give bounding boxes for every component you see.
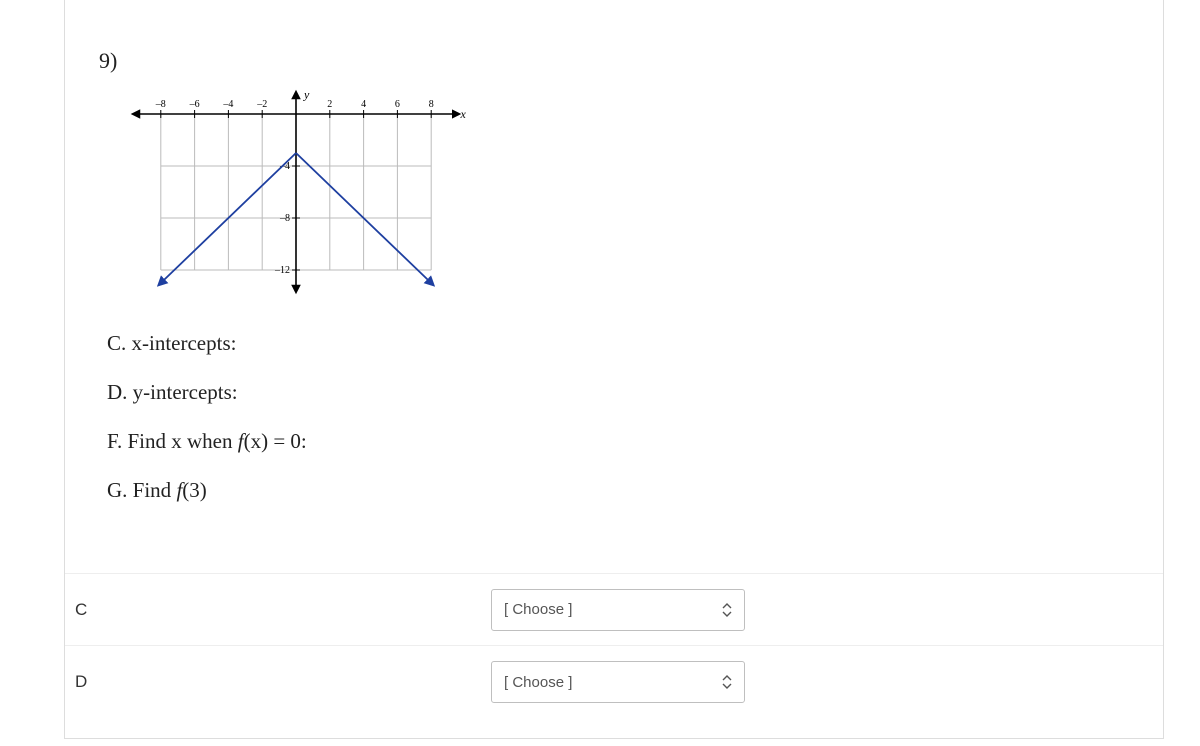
- prompt-f-suffix: = 0:: [268, 429, 307, 453]
- prompt-f: F. Find x when f(x) = 0:: [107, 429, 1129, 454]
- chevron-updown-icon: [722, 675, 732, 689]
- answer-rows: C [ Choose ] D [ Choose ]: [65, 573, 1163, 718]
- dropdown-d[interactable]: [ Choose ]: [491, 661, 745, 703]
- dropdown-c[interactable]: [ Choose ]: [491, 589, 745, 631]
- dropdown-value: [ Choose ]: [504, 674, 572, 691]
- answer-row: D [ Choose ]: [65, 646, 1163, 718]
- prompt-f-arg: (x): [244, 429, 269, 453]
- prompt-c: C. x-intercepts:: [107, 331, 1129, 356]
- prompt-g-prefix: G. Find: [107, 478, 176, 502]
- svg-text:2: 2: [327, 99, 332, 110]
- svg-text:x: x: [460, 107, 467, 121]
- coordinate-plane: –8 –6 –4 –2 2 4 6 8 –4 –8 –12 y x: [121, 82, 471, 302]
- dropdown-value: [ Choose ]: [504, 601, 572, 618]
- question-number: 9): [99, 48, 1129, 74]
- svg-text:y: y: [303, 88, 310, 102]
- answer-label: D: [71, 672, 491, 692]
- svg-text:8: 8: [429, 99, 434, 110]
- prompt-g: G. Find f(3): [107, 478, 1129, 503]
- answer-label: C: [71, 600, 491, 620]
- svg-text:–12: –12: [274, 265, 290, 276]
- svg-text:–4: –4: [279, 161, 290, 172]
- answer-row: C [ Choose ]: [65, 574, 1163, 646]
- prompt-f-prefix: F. Find x when: [107, 429, 238, 453]
- svg-text:–8: –8: [279, 213, 290, 224]
- chevron-updown-icon: [722, 603, 732, 617]
- prompt-list: C. x-intercepts: D. y-intercepts: F. Fin…: [107, 331, 1129, 503]
- svg-text:4: 4: [361, 99, 366, 110]
- svg-text:6: 6: [395, 99, 400, 110]
- prompt-g-arg: (3): [182, 478, 207, 502]
- question-content: 9) –8 –6 –4 –2 2 4 6 8 –4 –8 –12 y x C. x-intercepts…: [65, 0, 1163, 573]
- question-panel: 9) –8 –6 –4 –2 2 4 6 8 –4 –8 –12 y x C. x-intercepts…: [64, 0, 1164, 739]
- svg-text:–2: –2: [256, 99, 267, 110]
- svg-text:–8: –8: [155, 99, 166, 110]
- graph: –8 –6 –4 –2 2 4 6 8 –4 –8 –12 y x: [121, 82, 1129, 307]
- prompt-d: D. y-intercepts:: [107, 380, 1129, 405]
- svg-text:–4: –4: [222, 99, 233, 110]
- svg-text:–6: –6: [189, 99, 200, 110]
